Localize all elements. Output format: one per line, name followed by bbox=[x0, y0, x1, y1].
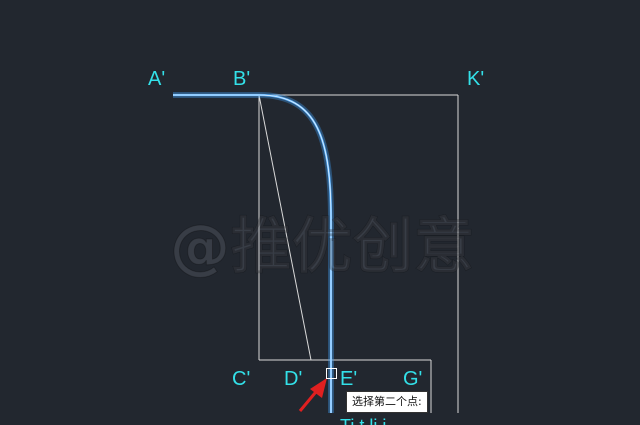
red-arrow-icon bbox=[298, 378, 327, 412]
command-tooltip: 选择第二个点: bbox=[346, 391, 428, 413]
watermark: @推优创意 bbox=[170, 212, 475, 283]
truncated-bottom-text: Ti t li i bbox=[340, 417, 386, 425]
label-c-prime: C' bbox=[232, 368, 251, 390]
label-d-prime: D' bbox=[284, 368, 303, 390]
label-k-prime: K' bbox=[467, 68, 485, 90]
label-g-prime: G' bbox=[403, 368, 423, 390]
pick-box-icon bbox=[326, 368, 337, 379]
label-b-prime: B' bbox=[233, 68, 251, 90]
label-e-prime: E' bbox=[340, 368, 358, 390]
cad-drawing-canvas[interactable]: A' B' K' C' D' E' G' @推优创意 选择第二个点: Ti t … bbox=[0, 0, 640, 425]
label-a-prime: A' bbox=[148, 68, 166, 90]
